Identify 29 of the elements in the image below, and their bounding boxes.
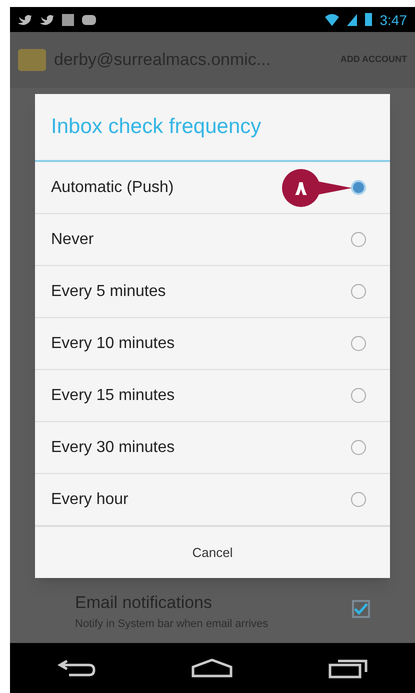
option-row[interactable]: Every 5 minutes	[35, 266, 390, 318]
option-row[interactable]: Every 10 minutes	[35, 318, 390, 370]
radio-button[interactable]	[351, 284, 366, 299]
square-icon	[62, 14, 74, 26]
bird-icon	[18, 14, 32, 26]
recent-apps-icon[interactable]	[328, 657, 368, 679]
option-row[interactable]: Every 30 minutes	[35, 422, 390, 474]
back-icon[interactable]	[57, 658, 98, 678]
bird-icon	[40, 14, 54, 26]
signal-icon	[346, 14, 357, 26]
option-row[interactable]: Every hour	[35, 474, 390, 526]
radio-button[interactable]	[351, 232, 366, 247]
status-time: 3:47	[380, 10, 407, 30]
callout-badge: ٨	[282, 169, 320, 207]
dialog-title: Inbox check frequency	[35, 94, 390, 162]
radio-button[interactable]	[351, 388, 366, 403]
radio-button[interactable]	[351, 440, 366, 455]
callout-pointer	[316, 181, 352, 195]
battery-icon	[364, 13, 372, 26]
option-row[interactable]: Every 15 minutes	[35, 370, 390, 422]
option-row[interactable]: Never	[35, 214, 390, 266]
gamepad-icon	[82, 14, 96, 24]
radio-button[interactable]	[351, 336, 366, 351]
radio-button[interactable]	[351, 180, 366, 195]
home-icon[interactable]	[191, 658, 234, 678]
wifi-icon	[324, 14, 339, 26]
radio-button[interactable]	[351, 492, 366, 507]
cancel-button[interactable]: Cancel	[35, 526, 390, 578]
checkbox[interactable]	[352, 600, 370, 618]
